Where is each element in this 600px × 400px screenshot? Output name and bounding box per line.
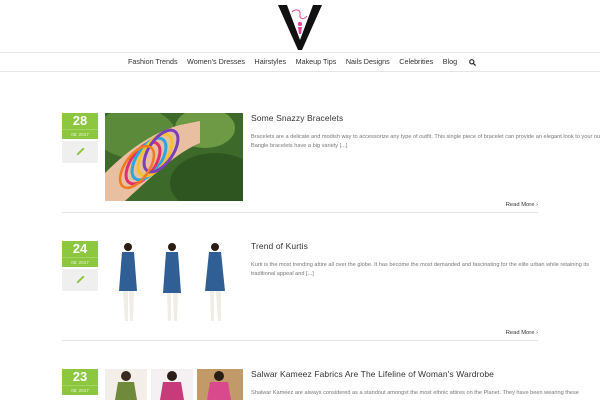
nav-item-fashion-trends[interactable]: Fashion Trends bbox=[128, 53, 178, 71]
nav-item-makeup-tips[interactable]: Makeup Tips bbox=[296, 53, 337, 71]
nav-item-hairstyles[interactable]: Hairstyles bbox=[255, 53, 287, 71]
post-excerpt: Kurti is the most trending attire all ov… bbox=[251, 262, 589, 277]
post-format-button[interactable] bbox=[62, 269, 98, 291]
post-date-month-year: 08, 2017 bbox=[62, 129, 98, 139]
link-icon bbox=[76, 271, 85, 289]
post-title[interactable]: Some Snazzy Bracelets bbox=[251, 113, 343, 123]
post-title[interactable]: Trend of Kurtis bbox=[251, 241, 308, 251]
main-navigation: Fashion Trends Women's Dresses Hairstyle… bbox=[0, 52, 600, 72]
post-thumbnail[interactable] bbox=[105, 113, 243, 201]
post-date-month-year: 08, 2017 bbox=[62, 257, 98, 267]
site-logo[interactable] bbox=[276, 2, 324, 52]
post-title[interactable]: Salwar Kameez Fabrics Are The Lifeline o… bbox=[251, 369, 494, 379]
post-excerpt: Shalwar Kameez are always considered as … bbox=[251, 390, 579, 396]
post-thumbnail[interactable] bbox=[105, 241, 243, 329]
read-more-label: Read More bbox=[505, 330, 535, 336]
search-icon[interactable] bbox=[468, 58, 477, 66]
post-separator bbox=[62, 212, 538, 213]
read-more-link[interactable]: Read More › bbox=[506, 330, 538, 336]
post-article: 24 08, 2017 Trend of Kurtis Kurti is the… bbox=[62, 241, 589, 341]
read-more-link[interactable]: Read More › bbox=[506, 202, 538, 208]
post-date-day: 24 bbox=[62, 241, 98, 257]
post-date-day: 23 bbox=[62, 369, 98, 385]
chevron-right-icon: › bbox=[536, 202, 538, 208]
nav-item-nails-designs[interactable]: Nails Designs bbox=[346, 53, 390, 71]
link-icon bbox=[76, 143, 85, 161]
post-separator bbox=[62, 340, 538, 341]
chevron-right-icon: › bbox=[536, 330, 538, 336]
post-date: 23 08, 2017 bbox=[62, 369, 98, 395]
post-date: 24 08, 2017 bbox=[62, 241, 98, 291]
post-date-month-year: 08, 2017 bbox=[62, 385, 98, 395]
read-more-label: Read More bbox=[505, 202, 535, 208]
nav-item-blog[interactable]: Blog bbox=[443, 53, 457, 71]
post-thumbnail[interactable] bbox=[105, 369, 243, 400]
site-header bbox=[0, 0, 600, 52]
post-article: 28 08, 2017 Some Snazzy Bracelets Bracel… bbox=[62, 113, 600, 213]
post-article: 23 08, 2017 Salwar Kameez Fabrics Are Th… bbox=[62, 369, 579, 400]
post-date: 28 08, 2017 bbox=[62, 113, 98, 163]
nav-item-womens-dresses[interactable]: Women's Dresses bbox=[187, 53, 245, 71]
post-format-button[interactable] bbox=[62, 141, 98, 163]
post-date-day: 28 bbox=[62, 113, 98, 129]
nav-item-celebrities[interactable]: Celebrities bbox=[399, 53, 433, 71]
post-excerpt: Bracelets are a delicate and modish way … bbox=[251, 134, 600, 149]
